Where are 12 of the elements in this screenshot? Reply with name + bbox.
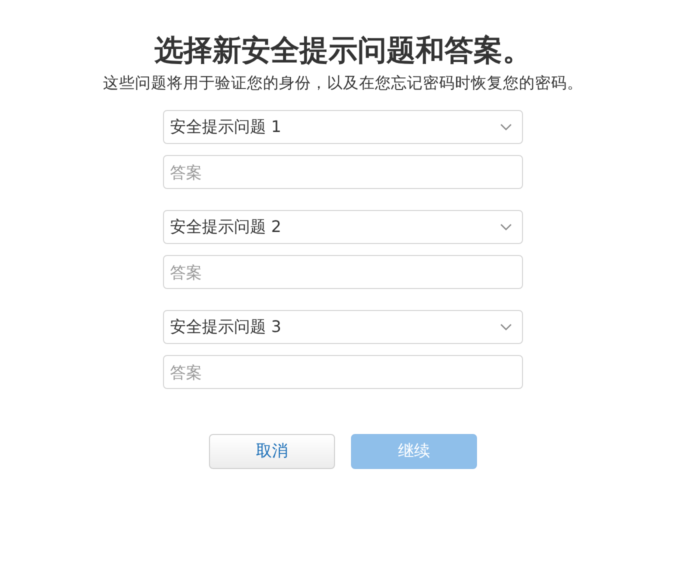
answer-field[interactable]: 答案 bbox=[163, 155, 523, 189]
question-dropdown[interactable]: 安全提示问题 2 bbox=[163, 210, 523, 244]
chevron-down-icon bbox=[500, 123, 512, 131]
answer-field[interactable]: 答案 bbox=[163, 255, 523, 289]
answer-field[interactable]: 答案 bbox=[163, 355, 523, 389]
page-title: 选择新安全提示问题和答案。 bbox=[154, 32, 532, 69]
chevron-down-icon bbox=[500, 223, 512, 231]
question-dropdown[interactable]: 安全提示问题 1 bbox=[163, 110, 523, 144]
question-dropdown[interactable]: 安全提示问题 3 bbox=[163, 310, 523, 344]
cancel-button[interactable]: 取消 bbox=[209, 434, 335, 469]
chevron-down-icon bbox=[500, 323, 512, 331]
page-subtitle: 这些问题将用于验证您的身份，以及在您忘记密码时恢复您的密码。 bbox=[103, 73, 583, 94]
